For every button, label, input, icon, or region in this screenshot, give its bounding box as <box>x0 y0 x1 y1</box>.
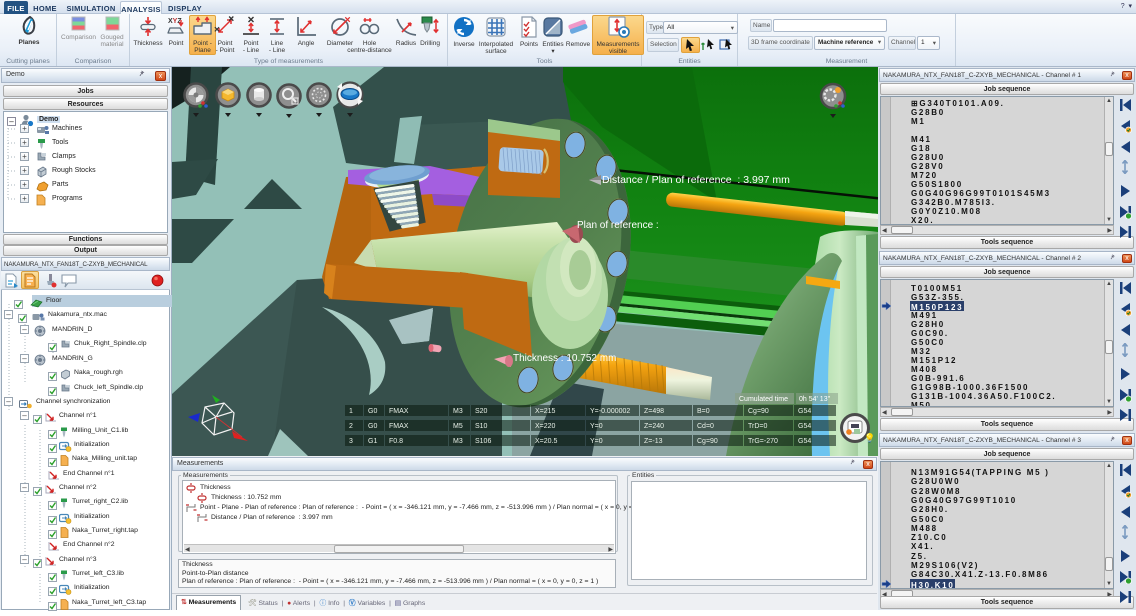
svg-text:G0: G0 <box>368 423 377 430</box>
svg-text:FMAX: FMAX <box>389 423 409 430</box>
svg-text:0h 54' 13": 0h 54' 13" <box>799 396 831 403</box>
svg-text:B=0: B=0 <box>697 408 710 415</box>
svg-text:F0.8: F0.8 <box>389 438 403 445</box>
svg-text:X=220: X=220 <box>535 423 556 430</box>
svg-text:TrG=-270: TrG=-270 <box>748 438 778 445</box>
svg-text:S10: S10 <box>475 423 488 430</box>
svg-text:M5: M5 <box>453 423 463 430</box>
svg-text:3: 3 <box>349 438 353 445</box>
svg-text:G54: G54 <box>798 438 811 445</box>
svg-text:Cg=90: Cg=90 <box>697 438 718 445</box>
svg-text:G54: G54 <box>798 408 811 415</box>
svg-text:2: 2 <box>349 423 353 430</box>
svg-text:S20: S20 <box>475 408 488 415</box>
svg-text:X=20.5: X=20.5 <box>535 438 557 445</box>
svg-text:Y=0: Y=0 <box>590 423 603 430</box>
svg-text:G1: G1 <box>368 438 377 445</box>
svg-text:Plan of reference :: Plan of reference : <box>577 220 659 231</box>
svg-text:X=215: X=215 <box>535 408 556 415</box>
svg-text:Z=498: Z=498 <box>644 408 664 415</box>
svg-text:Y=0: Y=0 <box>590 438 603 445</box>
svg-text:Thickness : 10.752 mm: Thickness : 10.752 mm <box>513 353 616 364</box>
svg-text:G0: G0 <box>368 408 377 415</box>
svg-text:Y=-0.000002: Y=-0.000002 <box>590 408 630 415</box>
svg-text:S106: S106 <box>475 438 491 445</box>
svg-text:Z=240: Z=240 <box>644 423 664 430</box>
svg-text:💡: 💡 <box>864 432 875 443</box>
svg-text:Cumulated time: Cumulated time <box>739 396 788 403</box>
svg-text:Z=-13: Z=-13 <box>644 438 663 445</box>
svg-text:Cg=90: Cg=90 <box>748 408 769 415</box>
svg-text:Cd=0: Cd=0 <box>697 423 714 430</box>
svg-text:TrD=0: TrD=0 <box>748 423 767 430</box>
svg-text:G54: G54 <box>798 423 811 430</box>
svg-text:FMAX: FMAX <box>389 408 409 415</box>
svg-text:1: 1 <box>349 408 353 415</box>
svg-text:Distance / Plan of reference: Distance / Plan of reference : 3.997 mm <box>602 174 790 186</box>
svg-text:M3: M3 <box>453 408 463 415</box>
svg-text:M3: M3 <box>453 438 463 445</box>
